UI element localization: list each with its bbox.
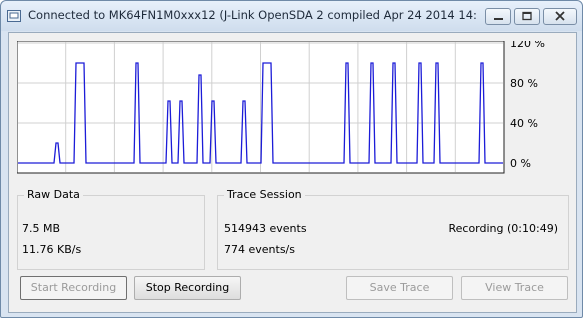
maximize-icon [522,11,532,21]
recording-status: Recording (0:10:49) [448,222,558,235]
raw-data-group: Raw Data 7.5 MB 11.76 KB/s [17,188,205,270]
window-title: Connected to MK64FN1M0xxx12 (J-Link Open… [28,8,476,22]
close-button[interactable] [543,8,577,25]
trace-event-rate: 774 events/s [224,243,295,256]
activity-chart: 120 % 80 % 40 % 0 % [17,41,545,174]
client-area: 120 % 80 % 40 % 0 % Raw Data 7.5 MB 11.76 K… [8,32,577,313]
title-bar[interactable]: Connected to MK64FN1M0xxx12 (J-Link Open… [1,1,582,31]
y-tick-label: 40 % [510,117,538,130]
trace-session-group: Trace Session 514943 events Recording (0… [217,188,569,270]
y-tick-label: 0 % [510,157,531,170]
raw-data-label: Raw Data [24,188,83,201]
raw-data-size: 7.5 MB [22,222,61,235]
view-trace-button[interactable]: View Trace [461,276,568,300]
trace-session-label: Trace Session [224,188,305,201]
y-tick-label: 120 % [510,41,545,50]
minimize-icon [494,18,503,20]
save-trace-button[interactable]: Save Trace [346,276,453,300]
close-icon [555,11,565,21]
trace-window: Connected to MK64FN1M0xxx12 (J-Link Open… [0,0,583,318]
y-tick-label: 80 % [510,77,538,90]
app-icon [7,10,21,22]
trace-events: 514943 events [224,222,307,235]
raw-data-rate: 11.76 KB/s [22,243,82,256]
start-recording-button[interactable]: Start Recording [20,276,127,300]
maximize-button[interactable] [514,8,540,25]
minimize-button[interactable] [485,8,511,25]
stop-recording-button[interactable]: Stop Recording [134,276,241,300]
